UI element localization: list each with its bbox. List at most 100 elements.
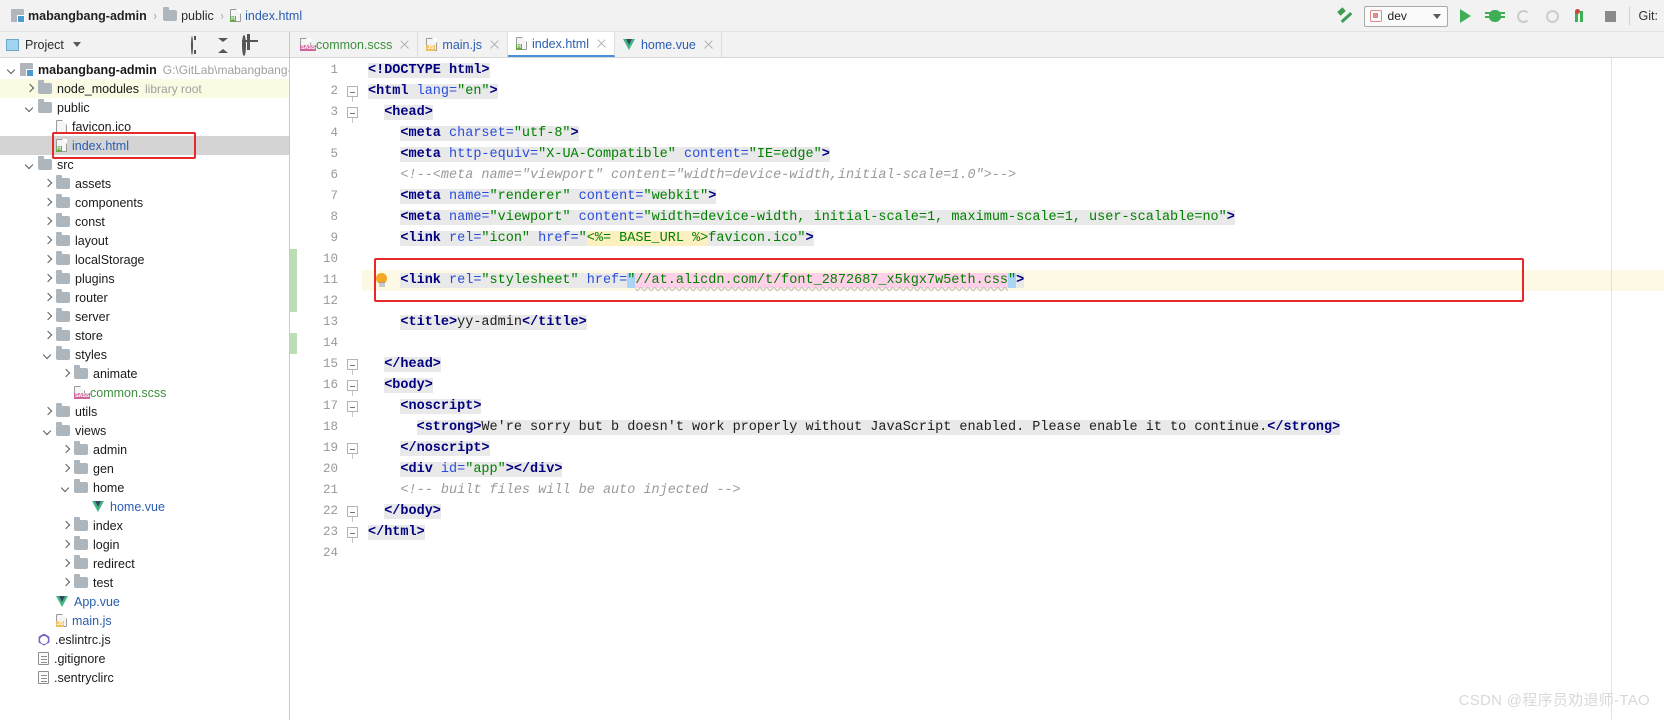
project-panel-title[interactable]: Project xyxy=(6,38,81,52)
code-line[interactable] xyxy=(362,291,1664,312)
hide-panel-icon[interactable] xyxy=(267,37,283,53)
tree-node-src[interactable]: src xyxy=(0,155,289,174)
close-icon[interactable] xyxy=(399,39,410,50)
tree-node-public[interactable]: public xyxy=(0,98,289,117)
fold-toggle-icon[interactable] xyxy=(347,86,358,97)
debug-button[interactable] xyxy=(1484,5,1506,27)
tree-node-styles[interactable]: styles xyxy=(0,345,289,364)
code-line[interactable]: </head> xyxy=(362,354,1664,375)
build-hammer-button[interactable] xyxy=(1335,5,1357,27)
code-line[interactable]: <meta name="viewport" content="width=dev… xyxy=(362,207,1664,228)
breadcrumb-item-file[interactable]: H index.html xyxy=(227,9,305,23)
stop-button[interactable] xyxy=(1600,5,1622,27)
chevron-right-icon[interactable] xyxy=(42,216,54,228)
tree-node-home[interactable]: home xyxy=(0,478,289,497)
profile-button[interactable] xyxy=(1571,5,1593,27)
git-menu-label[interactable]: Git: xyxy=(1637,9,1658,23)
fold-toggle-icon[interactable] xyxy=(347,107,358,118)
chevron-down-icon[interactable] xyxy=(60,482,72,494)
chevron-right-icon[interactable] xyxy=(42,330,54,342)
chevron-right-icon[interactable] xyxy=(60,558,72,570)
chevron-right-icon[interactable] xyxy=(42,311,54,323)
code-line[interactable]: <link rel="icon" href="<%= BASE_URL %>fa… xyxy=(362,228,1664,249)
code-line[interactable] xyxy=(362,333,1664,354)
editor-tab-index-html[interactable]: Hindex.html xyxy=(508,32,615,57)
fold-toggle-icon[interactable] xyxy=(347,380,358,391)
chevron-down-icon[interactable] xyxy=(42,425,54,437)
tree-node-app-vue[interactable]: App.vue xyxy=(0,592,289,611)
tree-node-common-scss[interactable]: SASS common.scss xyxy=(0,383,289,402)
vcs-change-marker[interactable] xyxy=(290,291,297,312)
code-line[interactable]: <meta http-equiv="X-UA-Compatible" conte… xyxy=(362,144,1664,165)
tree-node-const[interactable]: const xyxy=(0,212,289,231)
code-folding-gutter[interactable] xyxy=(344,58,362,720)
tree-node-plugins[interactable]: plugins xyxy=(0,269,289,288)
tree-node-views[interactable]: views xyxy=(0,421,289,440)
chevron-right-icon[interactable] xyxy=(42,273,54,285)
code-line[interactable]: <body> xyxy=(362,375,1664,396)
tree-node-test[interactable]: test xyxy=(0,573,289,592)
tree-node-localstorage[interactable]: localStorage xyxy=(0,250,289,269)
chevron-right-icon[interactable] xyxy=(60,444,72,456)
tree-node-main-js[interactable]: JS main.js xyxy=(0,611,289,630)
fold-toggle-icon[interactable] xyxy=(347,359,358,370)
breadcrumb-item-public[interactable]: public xyxy=(160,7,217,23)
chevron-right-icon[interactable] xyxy=(42,197,54,209)
code-line[interactable]: <link rel="stylesheet" href= "//at.alicdn… xyxy=(362,270,1664,291)
locate-icon[interactable] xyxy=(189,35,205,55)
chevron-right-icon[interactable] xyxy=(60,577,72,589)
close-icon[interactable] xyxy=(489,39,500,50)
tree-node-node-modules[interactable]: node_modules library root xyxy=(0,79,289,98)
close-icon[interactable] xyxy=(596,38,607,49)
run-with-coverage-button[interactable] xyxy=(1513,5,1535,27)
tree-node-animate[interactable]: animate xyxy=(0,364,289,383)
chevron-right-icon[interactable] xyxy=(60,463,72,475)
run-configuration-selector[interactable]: dev xyxy=(1363,5,1448,27)
code-line[interactable] xyxy=(362,543,1664,564)
editor-tab-bar[interactable]: SASS common.scss JS main.js Hindex.html home.… xyxy=(290,32,1664,58)
tree-node--gitignore[interactable]: .gitignore xyxy=(0,649,289,668)
chevron-right-icon[interactable] xyxy=(42,235,54,247)
tree-node-store[interactable]: store xyxy=(0,326,289,345)
chevron-down-icon[interactable] xyxy=(24,159,36,171)
code-line[interactable]: <!-- built files will be auto injected -… xyxy=(362,480,1664,501)
chevron-right-icon[interactable] xyxy=(24,83,36,95)
tree-node-gen[interactable]: gen xyxy=(0,459,289,478)
code-line[interactable]: <div id="app"></div> xyxy=(362,459,1664,480)
lightbulb-icon[interactable] xyxy=(376,273,389,288)
chevron-right-icon[interactable] xyxy=(42,254,54,266)
tree-node-index[interactable]: index xyxy=(0,516,289,535)
chevron-right-icon[interactable] xyxy=(42,406,54,418)
vcs-change-marker[interactable] xyxy=(290,270,297,291)
tree-node-router[interactable]: router xyxy=(0,288,289,307)
code-line[interactable]: </body> xyxy=(362,501,1664,522)
code-line[interactable]: <title>yy-admin</title> xyxy=(362,312,1664,333)
code-line[interactable] xyxy=(362,249,1664,270)
fold-toggle-icon[interactable] xyxy=(347,443,358,454)
code-line[interactable]: <html lang="en"> xyxy=(362,81,1664,102)
code-editor-text[interactable]: <!DOCTYPE html> <html lang="en"> <head> <… xyxy=(362,58,1664,720)
chevron-right-icon[interactable] xyxy=(42,292,54,304)
tree-node-components[interactable]: components xyxy=(0,193,289,212)
code-line[interactable]: <!--<meta name="viewport" content="width… xyxy=(362,165,1664,186)
code-line[interactable]: <strong>We're sorry but b doesn't work p… xyxy=(362,417,1664,438)
code-line[interactable]: <!DOCTYPE html> xyxy=(362,60,1664,81)
fold-toggle-icon[interactable] xyxy=(347,506,358,517)
fold-toggle-icon[interactable] xyxy=(347,401,358,412)
close-icon[interactable] xyxy=(703,39,714,50)
tree-node-utils[interactable]: utils xyxy=(0,402,289,421)
tree-node-server[interactable]: server xyxy=(0,307,289,326)
run-button[interactable] xyxy=(1455,5,1477,27)
chevron-down-icon[interactable] xyxy=(6,64,18,76)
vcs-change-marker[interactable] xyxy=(290,333,297,354)
collapse-all-icon[interactable] xyxy=(215,37,231,53)
code-line[interactable]: <noscript> xyxy=(362,396,1664,417)
fold-toggle-icon[interactable] xyxy=(347,527,358,538)
tree-node-mabangbang-admin[interactable]: mabangbang-admin G:\GitLab\mabangbang-ad xyxy=(0,60,289,79)
tree-node-assets[interactable]: assets xyxy=(0,174,289,193)
chevron-down-icon[interactable] xyxy=(42,349,54,361)
tree-node-favicon-ico[interactable]: favicon.ico xyxy=(0,117,289,136)
tree-node-home-vue[interactable]: home.vue xyxy=(0,497,289,516)
attach-debugger-button[interactable] xyxy=(1542,5,1564,27)
settings-gear-icon[interactable] xyxy=(241,34,257,56)
